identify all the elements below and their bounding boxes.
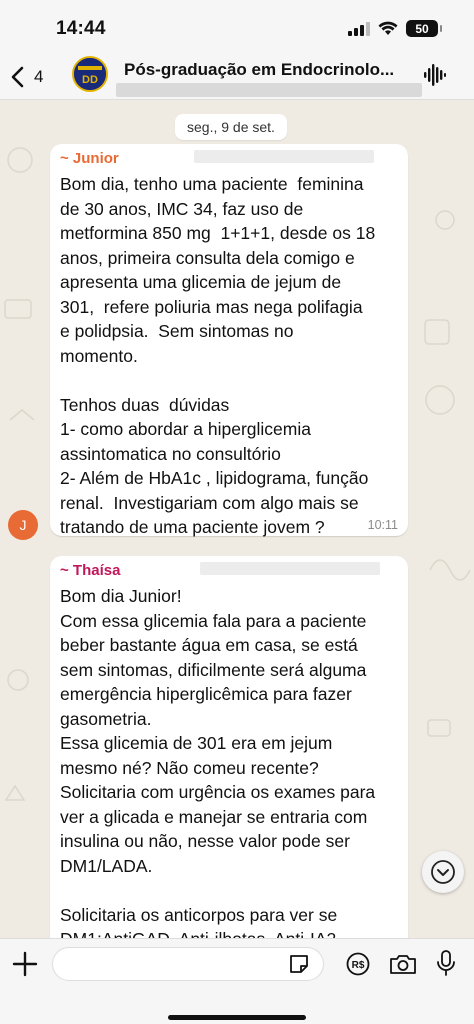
sender-phone-redacted: [200, 562, 380, 575]
wifi-icon: [378, 21, 398, 35]
group-title[interactable]: Pós-graduação em Endocrinolo...: [124, 60, 394, 80]
scroll-to-bottom-button[interactable]: [422, 851, 464, 893]
status-time: 14:44: [56, 18, 106, 39]
message-input[interactable]: [52, 947, 324, 981]
payment-icon: R$: [346, 952, 370, 976]
audio-call-button[interactable]: [424, 62, 446, 93]
composer-bar: R$: [0, 938, 474, 1024]
message-text: Bom dia, tenho uma paciente feminina de …: [60, 174, 376, 537]
group-members-redacted: [116, 83, 422, 97]
chevron-left-icon: [11, 66, 24, 88]
chevron-down-icon: [431, 860, 455, 884]
svg-text:R$: R$: [352, 960, 365, 971]
sender-avatar[interactable]: J: [8, 510, 38, 540]
svg-text:DD: DD: [82, 74, 98, 86]
sender-name[interactable]: ~ Thaísa: [60, 562, 120, 579]
message-bubble[interactable]: ~ Thaísa Bom dia Junior! Com essa glicem…: [50, 556, 408, 938]
home-indicator: [168, 1015, 306, 1020]
chat-header: 4 DD Pós-graduação em Endocrinolo...: [0, 56, 474, 100]
attach-button[interactable]: [12, 951, 38, 982]
microphone-button[interactable]: [436, 949, 456, 982]
status-icons: 50: [348, 20, 442, 37]
status-bar: 14:44 50: [0, 0, 474, 56]
unread-count: 4: [34, 67, 44, 86]
microphone-icon: [437, 950, 455, 976]
message-bubble[interactable]: ~ Junior Bom dia, tenho uma paciente fem…: [50, 144, 408, 537]
message-text: Bom dia Junior! Com essa glicemia fala p…: [60, 586, 376, 938]
sender-phone-redacted: [194, 150, 374, 163]
cellular-signal-icon: [348, 21, 370, 36]
waveform-icon: [424, 64, 446, 86]
camera-button[interactable]: [389, 952, 417, 981]
date-separator: seg., 9 de set.: [175, 114, 287, 140]
camera-icon: [390, 955, 416, 974]
sticker-button[interactable]: [288, 953, 310, 980]
message-time: 10:11: [367, 518, 398, 532]
group-logo-icon: DD: [74, 58, 106, 90]
battery-indicator: 50: [406, 20, 442, 37]
payment-button[interactable]: R$: [346, 952, 370, 981]
plus-icon: [12, 951, 38, 977]
back-button[interactable]: 4: [10, 60, 43, 94]
sticker-icon: [290, 955, 308, 973]
sender-name[interactable]: ~ Junior: [60, 150, 119, 167]
group-avatar[interactable]: DD: [72, 56, 108, 92]
chat-area[interactable]: seg., 9 de set. ~ Junior Bom dia, tenho …: [0, 100, 474, 938]
